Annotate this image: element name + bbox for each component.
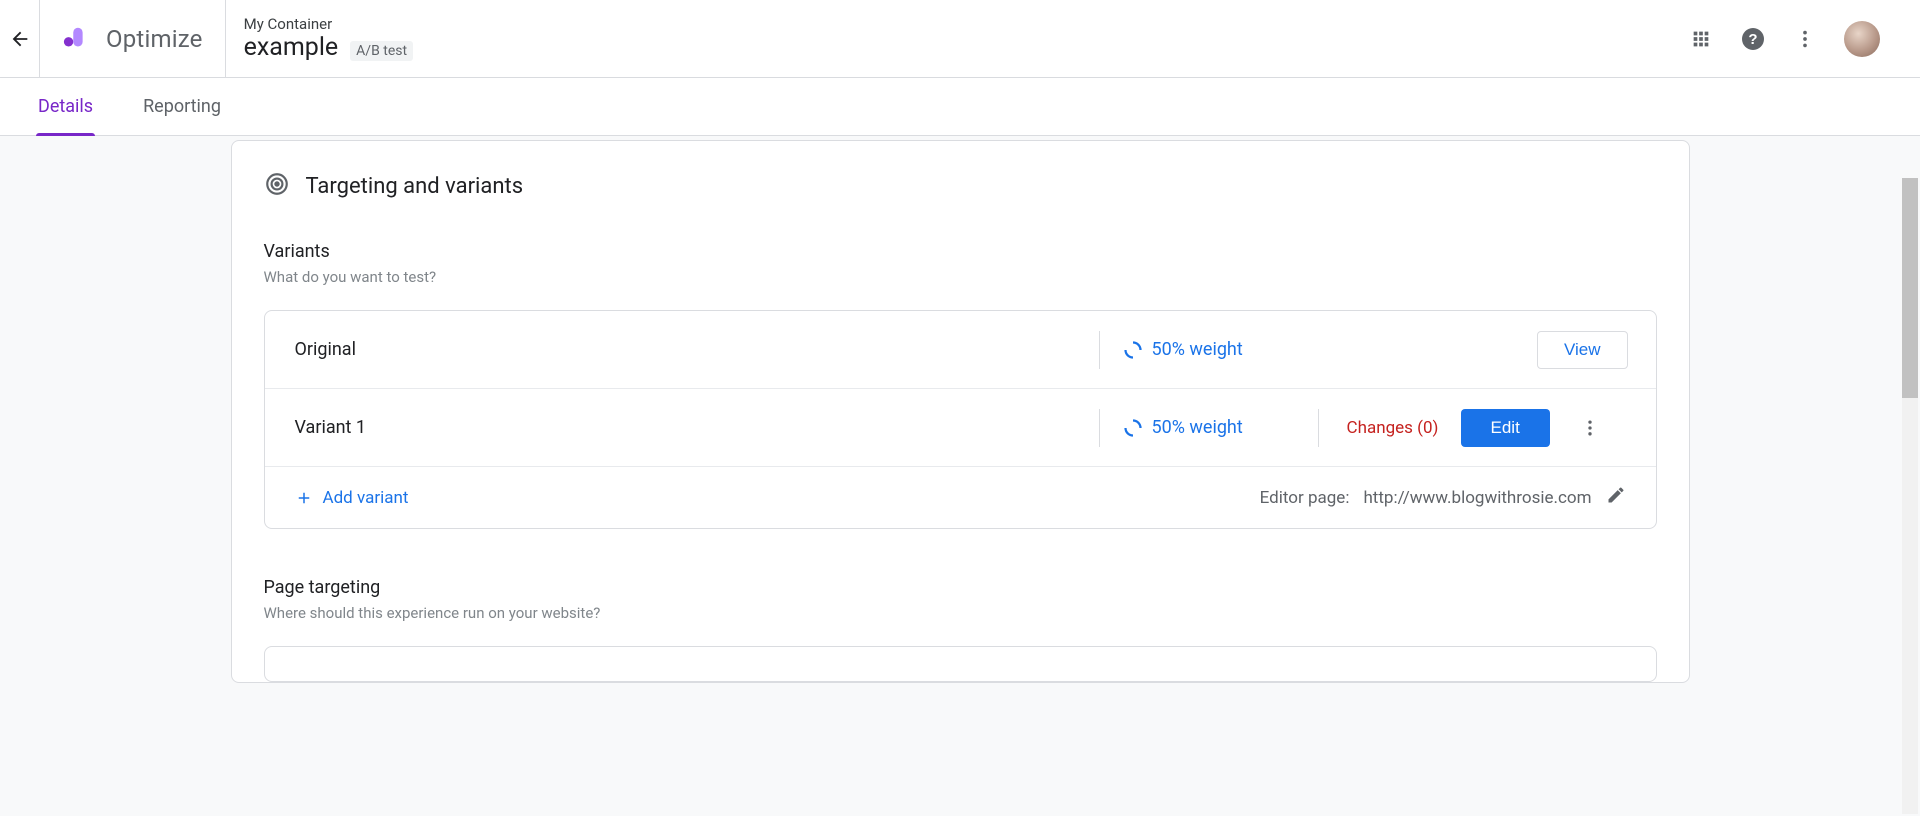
plus-icon bbox=[295, 489, 313, 507]
variants-footer: Add variant Editor page: http://www.blog… bbox=[265, 467, 1656, 528]
divider bbox=[1099, 409, 1100, 447]
view-button[interactable]: View bbox=[1537, 331, 1628, 369]
variant-weight[interactable]: 50% weight bbox=[1124, 339, 1294, 360]
experiment-name: example bbox=[244, 33, 339, 62]
edit-button[interactable]: Edit bbox=[1461, 409, 1550, 447]
variant-name: Variant 1 bbox=[295, 417, 1075, 438]
variants-box: Original 50% weight View Variant 1 50% w… bbox=[264, 310, 1657, 529]
page-targeting-subtext: Where should this experience run on your… bbox=[264, 604, 1657, 622]
tab-details[interactable]: Details bbox=[36, 78, 95, 136]
editor-page-url: http://www.blogwithrosie.com bbox=[1363, 488, 1591, 508]
user-avatar[interactable] bbox=[1844, 21, 1880, 57]
pencil-icon bbox=[1606, 485, 1626, 505]
variant-more-button[interactable] bbox=[1578, 418, 1602, 438]
header-actions: ? bbox=[1688, 21, 1900, 57]
more-button[interactable] bbox=[1792, 26, 1818, 52]
title-section: My Container example A/B test bbox=[226, 15, 1688, 62]
variant-row-original: Original 50% weight View bbox=[265, 311, 1656, 389]
edit-url-button[interactable] bbox=[1606, 485, 1626, 510]
variants-heading: Variants bbox=[264, 241, 1657, 262]
back-button[interactable] bbox=[0, 0, 40, 78]
svg-text:?: ? bbox=[1748, 31, 1757, 48]
changes-link[interactable]: Changes (0) bbox=[1343, 418, 1443, 438]
weight-text: 50% weight bbox=[1152, 339, 1243, 360]
variant-weight[interactable]: 50% weight bbox=[1124, 417, 1294, 438]
editor-page-info: Editor page: http://www.blogwithrosie.co… bbox=[1260, 485, 1626, 510]
apps-button[interactable] bbox=[1688, 26, 1714, 52]
more-vert-icon bbox=[1580, 418, 1600, 438]
editor-page-prefix: Editor page: bbox=[1260, 488, 1350, 508]
scrollbar-thumb[interactable] bbox=[1902, 178, 1918, 398]
help-button[interactable]: ? bbox=[1740, 26, 1766, 52]
circle-loader-icon bbox=[1124, 341, 1142, 359]
variant-row-variant1: Variant 1 50% weight Changes (0) Edit bbox=[265, 389, 1656, 467]
weight-text: 50% weight bbox=[1152, 417, 1243, 438]
variant-name: Original bbox=[295, 339, 1075, 360]
targeting-panel: Targeting and variants Variants What do … bbox=[231, 140, 1690, 683]
page-targeting-box bbox=[264, 646, 1657, 682]
apps-icon bbox=[1690, 28, 1712, 50]
add-variant-label: Add variant bbox=[323, 488, 409, 508]
product-logo-section: Optimize bbox=[40, 0, 226, 78]
tabs-bar: Details Reporting bbox=[0, 78, 1920, 136]
target-icon bbox=[264, 171, 290, 201]
arrow-back-icon bbox=[9, 28, 31, 50]
add-variant-button[interactable]: Add variant bbox=[295, 488, 409, 508]
divider bbox=[1099, 331, 1100, 369]
panel-title: Targeting and variants bbox=[306, 174, 524, 199]
divider bbox=[1318, 409, 1319, 447]
optimize-logo-icon bbox=[62, 24, 92, 54]
variants-subtext: What do you want to test? bbox=[264, 268, 1657, 286]
tab-reporting[interactable]: Reporting bbox=[141, 78, 223, 136]
page-targeting-heading: Page targeting bbox=[264, 577, 1657, 598]
product-name: Optimize bbox=[106, 25, 203, 53]
app-header: Optimize My Container example A/B test ? bbox=[0, 0, 1920, 78]
experiment-type-badge: A/B test bbox=[350, 41, 413, 61]
container-name: My Container bbox=[244, 15, 1688, 33]
help-icon: ? bbox=[1741, 27, 1765, 51]
circle-loader-icon bbox=[1124, 419, 1142, 437]
content-area: Targeting and variants Variants What do … bbox=[0, 136, 1920, 816]
page-targeting-section: Page targeting Where should this experie… bbox=[264, 577, 1657, 682]
more-vert-icon bbox=[1794, 28, 1816, 50]
